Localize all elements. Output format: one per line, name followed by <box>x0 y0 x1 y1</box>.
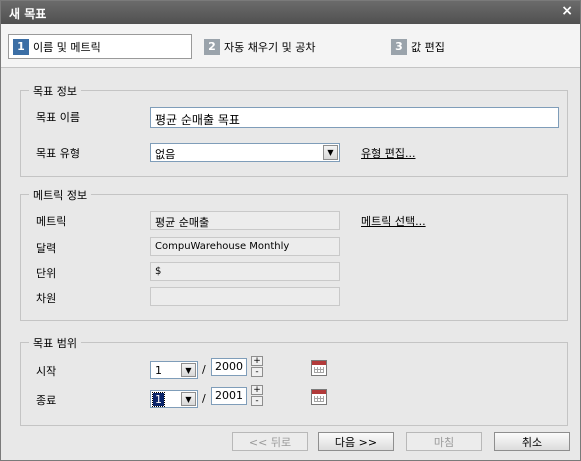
step-autofill-tolerance[interactable]: 2 자동 채우기 및 공차 <box>200 34 315 59</box>
end-period-value: 1 <box>152 392 165 407</box>
chevron-down-icon[interactable]: ▼ <box>323 145 338 160</box>
calendar-value: CompuWarehouse Monthly <box>150 237 340 256</box>
end-year-up-button[interactable]: + <box>251 385 263 395</box>
goal-info-group: 목표 정보 목표 이름 평균 순매출 목표 목표 유형 없음 ▼ 유형 편집..… <box>20 83 568 177</box>
select-metric-link[interactable]: 메트릭 선택... <box>361 213 426 229</box>
next-button[interactable]: 다음 >> <box>318 432 394 451</box>
new-goal-dialog: 새 목표 × 1 이름 및 메트릭 2 자동 채우기 및 공차 3 값 편집 목… <box>0 0 581 461</box>
goal-range-group: 목표 범위 시작 1 ▼ / 2000 + - 종료 1 ▼ / 2001 + … <box>20 335 568 426</box>
goal-type-label: 목표 유형 <box>36 147 80 160</box>
title-bar: 새 목표 × <box>1 1 580 24</box>
start-year-input[interactable]: 2000 <box>211 358 247 376</box>
end-period-select[interactable]: 1 ▼ <box>150 390 198 408</box>
start-year-up-button[interactable]: + <box>251 356 263 366</box>
start-label: 시작 <box>36 365 57 378</box>
metric-label: 메트릭 <box>36 215 67 228</box>
dimension-label: 차원 <box>36 292 57 305</box>
date-separator: / <box>202 392 206 405</box>
dimension-value <box>150 287 340 306</box>
metric-value: 평균 순매출 <box>150 211 340 230</box>
back-button[interactable]: << 뒤로 <box>232 432 308 451</box>
start-period-value: 1 <box>155 364 162 377</box>
step-number: 1 <box>13 38 29 55</box>
goal-range-legend: 목표 범위 <box>29 335 81 351</box>
step-number: 2 <box>204 38 220 55</box>
end-label: 종료 <box>36 394 57 407</box>
metric-info-group: 메트릭 정보 메트릭 평균 순매출 메트릭 선택... 달력 CompuWare… <box>20 187 568 321</box>
end-year-input[interactable]: 2001 <box>211 387 247 405</box>
wizard-content: 목표 정보 목표 이름 평균 순매출 목표 목표 유형 없음 ▼ 유형 편집..… <box>5 71 576 428</box>
finish-button[interactable]: 마침 <box>406 432 482 451</box>
cancel-button[interactable]: 취소 <box>494 432 570 451</box>
unit-value: $ <box>150 262 340 281</box>
calendar-icon[interactable] <box>311 360 327 376</box>
goal-name-input[interactable]: 평균 순매출 목표 <box>150 107 559 128</box>
end-year-down-button[interactable]: - <box>251 396 263 406</box>
step-label: 값 편집 <box>411 40 445 54</box>
step-number: 3 <box>391 38 407 55</box>
goal-type-select[interactable]: 없음 ▼ <box>150 143 340 162</box>
step-label: 자동 채우기 및 공차 <box>224 40 316 54</box>
button-bar: << 뒤로 다음 >> 마침 취소 <box>1 428 580 460</box>
metric-info-legend: 메트릭 정보 <box>29 187 92 203</box>
wizard-steps: 1 이름 및 메트릭 2 자동 채우기 및 공차 3 값 편집 <box>1 24 580 68</box>
step-label: 이름 및 메트릭 <box>33 40 101 54</box>
start-year-down-button[interactable]: - <box>251 367 263 377</box>
unit-label: 단위 <box>36 267 57 280</box>
goal-type-value: 없음 <box>155 148 176 161</box>
start-period-select[interactable]: 1 ▼ <box>150 361 198 379</box>
calendar-label: 달력 <box>36 242 57 255</box>
edit-type-link[interactable]: 유형 편집... <box>361 145 415 161</box>
chevron-down-icon[interactable]: ▼ <box>181 363 196 377</box>
chevron-down-icon[interactable]: ▼ <box>181 392 196 406</box>
date-separator: / <box>202 363 206 376</box>
goal-name-label: 목표 이름 <box>36 111 80 124</box>
step-edit-values[interactable]: 3 값 편집 <box>387 34 445 59</box>
goal-info-legend: 목표 정보 <box>29 83 81 99</box>
calendar-icon[interactable] <box>311 389 327 405</box>
dialog-title: 새 목표 <box>9 7 47 21</box>
close-icon[interactable]: × <box>561 3 573 19</box>
step-names-metrics[interactable]: 1 이름 및 메트릭 <box>8 34 192 59</box>
